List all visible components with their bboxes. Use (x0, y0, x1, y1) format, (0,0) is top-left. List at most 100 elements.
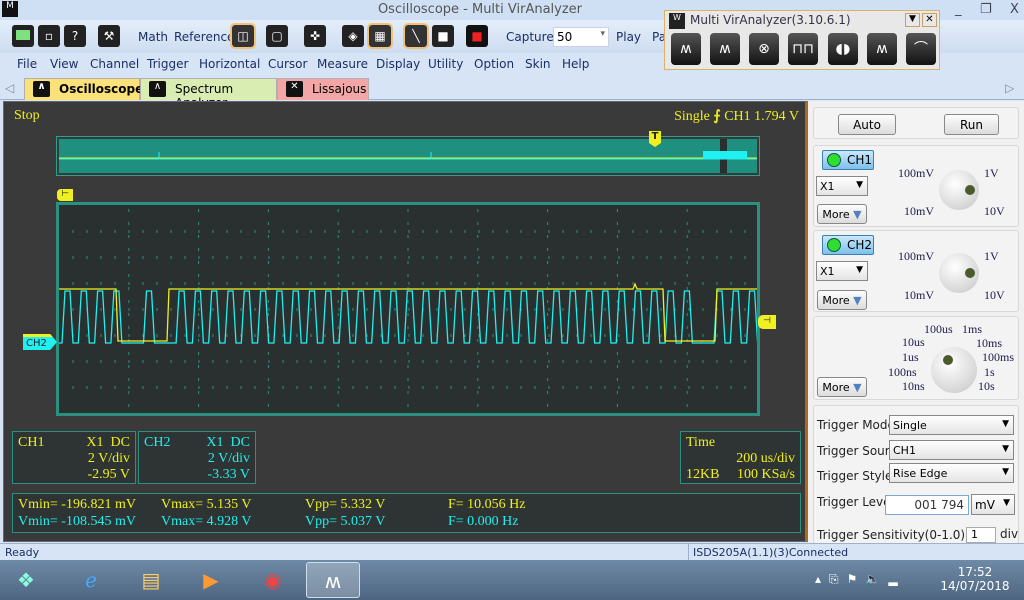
ch2-volts-knob[interactable] (939, 253, 979, 293)
menu-horizontal[interactable]: Horizontal (199, 57, 260, 71)
oscilloscope-icon[interactable]: ʍ (671, 33, 701, 65)
auto-button[interactable]: Auto (838, 114, 896, 135)
knob-label: 10mV (904, 288, 934, 302)
ch1-enabled-led-icon (827, 153, 841, 167)
ch1-toggle-button[interactable]: CH1 (822, 150, 874, 170)
ch2-probe-select[interactable]: X1 ▼ (816, 261, 868, 281)
tab-oscilloscope[interactable]: ∧ Oscilloscope (24, 78, 143, 100)
menu-skin[interactable]: Skin (525, 57, 551, 71)
split-view-icon[interactable]: ◫ (230, 23, 256, 49)
hammer-icon[interactable]: ⚒ (98, 25, 120, 47)
media-player-icon[interactable]: ▶ (184, 562, 238, 598)
math-button[interactable]: Math (138, 30, 168, 44)
menu-trigger[interactable]: Trigger (147, 57, 188, 71)
tab-scroll-left-icon[interactable]: ◁ (5, 81, 14, 95)
ch2-toggle-button[interactable]: CH2 (822, 235, 874, 255)
clock[interactable]: 17:52 14/07/2018 (940, 565, 1010, 593)
palette-title: Multi VirAnalyzer(3.10.6.1) (690, 13, 851, 27)
analyzer-icon[interactable]: ʍ (867, 33, 897, 65)
menu-display[interactable]: Display (376, 57, 420, 71)
fft-icon[interactable]: ◈ (342, 25, 364, 47)
ch2-level-marker[interactable]: CH2 (23, 334, 57, 350)
run-button[interactable]: Run (944, 114, 999, 135)
recorder-icon[interactable]: ⊗ (749, 33, 779, 65)
ch1-probe-select[interactable]: X1 ▼ (816, 176, 868, 196)
chrome-icon[interactable]: ◉ (246, 562, 300, 598)
ch1-volts-knob[interactable] (939, 170, 979, 210)
capture-count-input[interactable]: 50 ▾ (553, 27, 609, 47)
play-button[interactable]: Play (616, 30, 641, 44)
ch2-coupling: DC (230, 435, 250, 450)
ch2-more-button[interactable]: More ▼ (817, 290, 867, 310)
knob-label: 100mV (898, 166, 934, 180)
tab-spectrum-analyzer[interactable]: ∧Spectrum Analyzer (140, 78, 277, 110)
palette-dropdown-button[interactable]: ▼ (905, 13, 920, 27)
multi-viranalyzer-task-icon[interactable]: ʍ (306, 562, 360, 598)
trigger-time-marker[interactable]: ⊢ (57, 189, 73, 201)
chevron-down-icon[interactable]: ▾ (600, 29, 605, 39)
persist-icon[interactable]: ▦ (367, 23, 393, 49)
logic-icon[interactable]: ◖◗ (828, 33, 858, 65)
ch2-vmin: Vmin= -108.545 mV (18, 514, 136, 529)
menu-channel[interactable]: Channel (90, 57, 139, 71)
more-label: More (822, 208, 850, 221)
ch1-probe: X1 (86, 435, 104, 450)
timebase-group: More ▼ 100us 1ms 10us 10ms 1us 100ms 100… (813, 316, 1019, 400)
capture-label: Capture (506, 30, 554, 44)
menu-file[interactable]: File (17, 57, 37, 71)
palette-close-button[interactable]: ✕ (922, 13, 937, 27)
internet-explorer-icon[interactable]: ℯ (64, 562, 118, 598)
ch1-vmin: Vmin= -196.821 mV (18, 497, 136, 512)
help-icon[interactable]: ? (64, 25, 86, 47)
stop-icon[interactable]: ■ (432, 25, 454, 47)
timebase-knob[interactable] (931, 347, 977, 393)
trigger-sensitivity-input[interactable]: 1 (966, 527, 996, 543)
save-icon[interactable]: ▫ (38, 25, 60, 47)
spectrum-icon[interactable]: ʍ (710, 33, 740, 65)
signal-generator-icon[interactable]: ⊓⊓ (788, 33, 818, 65)
menu-utility[interactable]: Utility (428, 57, 463, 71)
oscilloscope-icon: ∧ (33, 81, 50, 97)
maximize-button[interactable]: ❐ (980, 2, 992, 17)
ch2-offset: -3.33 V (207, 467, 250, 482)
trigger-source-select[interactable]: CH1 ▼ (889, 440, 1014, 460)
filter-icon[interactable]: ⌒ (906, 33, 936, 65)
close-button[interactable]: X (1010, 2, 1019, 17)
reference-button[interactable]: Reference (174, 30, 234, 44)
waveform-screen[interactable] (56, 202, 760, 416)
ch1-more-button[interactable]: More ▼ (817, 204, 867, 224)
trigger-level-marker[interactable]: ⊣ (758, 315, 776, 329)
run-status: Stop (14, 108, 40, 123)
tray-icons[interactable]: ▴⎘⚑🔈▂ (815, 572, 906, 587)
ch2-info-box: CH2 X1 DC 2 V/div -3.33 V (138, 431, 256, 484)
status-ready: Ready (5, 546, 40, 559)
open-icon[interactable] (12, 25, 34, 47)
single-view-icon[interactable]: ▢ (266, 25, 288, 47)
menu-help[interactable]: Help (562, 57, 589, 71)
trigger-style-select[interactable]: Rise Edge ▼ (889, 463, 1014, 483)
multi-viranalyzer-palette: W Multi VirAnalyzer(3.10.6.1) ▼ ✕ ʍ ʍ ⊗ … (664, 10, 940, 70)
trigger-mode-select[interactable]: Single ▼ (889, 415, 1014, 435)
menu-measure[interactable]: Measure (317, 57, 368, 71)
rising-edge-icon: ⨍ (713, 109, 721, 124)
timebase-more-button[interactable]: More ▼ (817, 377, 867, 397)
ch1-probe-value: X1 (820, 180, 835, 193)
tab-lissajous[interactable]: ✕ Lissajous (277, 78, 369, 100)
ch1-info-box: CH1 X1 DC 2 V/div -2.95 V (12, 431, 136, 484)
menu-cursor[interactable]: Cursor (268, 57, 307, 71)
trigger-level-input[interactable]: 001 794 (885, 495, 969, 515)
knob-label: 10ns (902, 379, 925, 393)
trigger-source-value: CH1 (893, 444, 916, 457)
tab-scroll-right-icon[interactable]: ▷ (1005, 81, 1014, 95)
trigger-mode-readout: Single (674, 109, 710, 124)
trigger-level-unit-select[interactable]: mV ▼ (971, 494, 1015, 515)
minimize-button[interactable]: _ (955, 2, 962, 17)
file-explorer-icon[interactable]: ▤ (124, 562, 178, 598)
color-icon[interactable]: ■ (466, 25, 488, 47)
crosshair-icon[interactable]: ✜ (304, 25, 326, 47)
line-draw-icon[interactable]: ╲ (403, 23, 429, 49)
clock-time: 17:52 (957, 565, 993, 579)
menu-option[interactable]: Option (474, 57, 514, 71)
menu-view[interactable]: View (50, 57, 78, 71)
start-orb-icon[interactable]: ❖ (6, 562, 46, 598)
